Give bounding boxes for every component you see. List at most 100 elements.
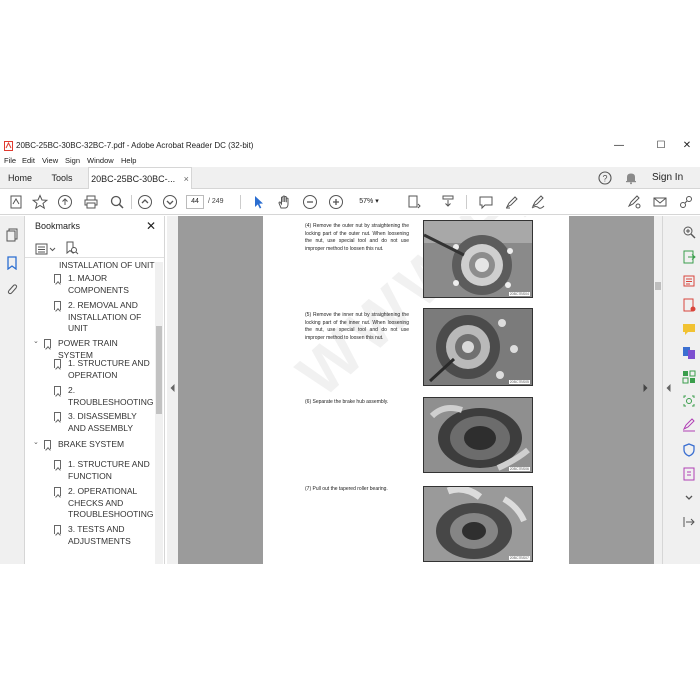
print-icon[interactable] <box>83 194 99 210</box>
export-pdf-icon[interactable] <box>682 250 696 264</box>
tab-close-button[interactable]: × <box>184 174 189 184</box>
bookmark-item-troubleshooting[interactable]: 2. TROUBLESHOOTING <box>68 385 154 408</box>
more-tools-chevron-icon[interactable] <box>682 491 696 505</box>
bookmarks-header: Bookmarks <box>35 221 81 231</box>
expand-right-icon[interactable] <box>643 384 648 392</box>
close-icon[interactable]: ✕ <box>146 218 156 234</box>
bookmark-icon[interactable] <box>5 256 19 271</box>
title-bar: 20BC-25BC-30BC-32BC-7.pdf - Adobe Acroba… <box>0 138 700 154</box>
attachment-icon[interactable] <box>5 282 19 296</box>
menu-edit[interactable]: Edit <box>22 154 35 167</box>
page-display-icon[interactable] <box>440 194 456 210</box>
bookmark-icon <box>54 274 61 283</box>
left-nav-rail <box>0 216 25 564</box>
tab-document[interactable]: 20BC-25BC-30BC-... × <box>88 167 192 189</box>
page-down-icon[interactable] <box>162 194 178 210</box>
bookmark-icon <box>54 460 61 469</box>
window-title: 20BC-25BC-30BC-32BC-7.pdf - Adobe Acroba… <box>16 141 254 150</box>
document-viewer[interactable]: WWW.EPCDEPOT.COM (4) Remove the outer nu… <box>178 216 654 564</box>
expand-panel-icon[interactable] <box>682 515 696 529</box>
draw-signature-icon[interactable] <box>530 194 546 210</box>
upload-icon[interactable] <box>57 194 73 210</box>
close-window-button[interactable]: ✕ <box>672 138 700 154</box>
bookmark-item-structure-operation[interactable]: 1. STRUCTURE AND OPERATION <box>68 358 154 381</box>
compress-pdf-icon[interactable] <box>682 467 696 481</box>
bookmark-item-removal-installation[interactable]: 2. REMOVAL AND INSTALLATION OF UNIT <box>68 300 154 335</box>
protect-shield-icon[interactable] <box>682 443 696 457</box>
mail-icon[interactable] <box>652 194 668 210</box>
menu-sign[interactable]: Sign <box>65 154 80 167</box>
bookmark-item-brake-system[interactable]: BRAKE SYSTEM <box>58 439 154 451</box>
photo-tag: 20BC7BS04 <box>508 292 530 296</box>
menu-window[interactable]: Window <box>87 154 114 167</box>
fit-page-icon[interactable] <box>406 194 422 210</box>
collapse-left-icon <box>666 384 671 392</box>
hand-tool-icon[interactable] <box>276 194 292 210</box>
highlight-pen-icon[interactable] <box>504 194 520 210</box>
toolbar-separator <box>131 195 132 209</box>
step-5-text: (5) Remove the inner nut by straightenin… <box>305 312 409 341</box>
minimize-button[interactable]: — <box>604 138 634 154</box>
fill-sign-icon[interactable] <box>682 418 696 432</box>
bookmark-item-operational-checks[interactable]: 2. OPERATIONAL CHECKS AND TROUBLESHOOTIN… <box>68 486 154 521</box>
bookmarks-scroll-thumb[interactable] <box>156 326 162 414</box>
comment-icon[interactable] <box>682 322 696 336</box>
tab-document-label: 20BC-25BC-30BC-... <box>91 174 176 184</box>
search-icon[interactable] <box>682 225 696 239</box>
bell-icon[interactable] <box>624 171 638 185</box>
photo-tag: 20BC7BS05 <box>508 380 530 384</box>
sign-in-button[interactable]: Sign In <box>652 167 683 189</box>
bookmark-item-tests-adjustments[interactable]: 3. TESTS AND ADJUSTMENTS <box>68 524 154 547</box>
create-pdf-icon[interactable] <box>682 298 696 312</box>
combine-files-icon[interactable] <box>682 346 696 360</box>
create-pdf-icon[interactable] <box>8 194 24 210</box>
search-icon[interactable] <box>109 194 125 210</box>
step-4-text: (4) Remove the outer nut by straightenin… <box>305 223 409 252</box>
zoom-in-icon[interactable] <box>328 194 344 210</box>
panel-collapse-handle[interactable] <box>167 216 178 564</box>
bookmark-item-structure-function[interactable]: 1. STRUCTURE AND FUNCTION <box>68 459 154 482</box>
menu-view[interactable]: View <box>42 154 58 167</box>
bookmark-item-disassembly-assembly[interactable]: 3. DISASSEMBLY AND ASSEMBLY <box>68 411 154 434</box>
photo-outer-nut: 20BC7BS04 <box>423 220 533 298</box>
page-up-icon[interactable] <box>137 194 153 210</box>
collapse-right-handle[interactable] <box>666 384 671 394</box>
document-scroll-thumb[interactable] <box>655 282 661 290</box>
step-6-text: (6) Separate the brake hub assembly. <box>305 399 389 405</box>
page-thumbnails-icon[interactable] <box>5 228 19 242</box>
organize-pages-icon[interactable] <box>682 370 696 384</box>
menu-file[interactable]: File <box>4 154 16 167</box>
document-scrollbar[interactable] <box>654 216 662 564</box>
menu-help[interactable]: Help <box>121 154 136 167</box>
comment-icon[interactable] <box>478 194 494 210</box>
help-icon[interactable]: ? <box>598 171 612 185</box>
collapse-left-icon <box>170 384 175 392</box>
tab-tools[interactable]: Tools <box>42 167 82 189</box>
acrobat-window: 20BC-25BC-30BC-32BC-7.pdf - Adobe Acroba… <box>0 138 700 564</box>
star-icon[interactable] <box>32 194 48 210</box>
tab-home[interactable]: Home <box>0 167 40 189</box>
find-bookmark-icon[interactable] <box>65 241 79 255</box>
share-link-icon[interactable] <box>678 194 694 210</box>
bookmark-icon <box>44 339 51 348</box>
toolbar-separator <box>240 195 241 209</box>
step-7-text: (7) Pull out the tapered roller bearing. <box>305 486 388 492</box>
scan-ocr-icon[interactable] <box>682 394 696 408</box>
bookmarks-scrollbar[interactable] <box>155 262 163 564</box>
fill-sign-icon[interactable] <box>626 194 642 210</box>
bookmark-item-installation-of-unit-top[interactable]: INSTALLATION OF UNIT <box>59 262 155 271</box>
bookmark-item-major-components[interactable]: 1. MAJOR COMPONENTS <box>68 273 154 296</box>
chevron-down-icon[interactable]: ⌄ <box>33 438 39 446</box>
chevron-down-icon[interactable]: ⌄ <box>33 337 39 345</box>
page-number-input[interactable]: 44 <box>186 195 204 209</box>
zoom-level-select[interactable]: 57% ▾ <box>352 195 386 209</box>
select-cursor-icon[interactable] <box>250 194 266 210</box>
main-toolbar: 44 / 249 57% ▾ <box>0 189 700 215</box>
chevron-down-icon: ▾ <box>375 198 379 205</box>
zoom-out-icon[interactable] <box>302 194 318 210</box>
photo-tag: 20BC7BS07 <box>508 556 530 560</box>
edit-pdf-icon[interactable] <box>682 274 696 288</box>
bookmarks-list: INSTALLATION OF UNIT 1. MAJOR COMPONENTS… <box>25 262 155 564</box>
right-tools-panel <box>662 216 700 564</box>
bookmark-options-icon[interactable] <box>35 242 57 255</box>
